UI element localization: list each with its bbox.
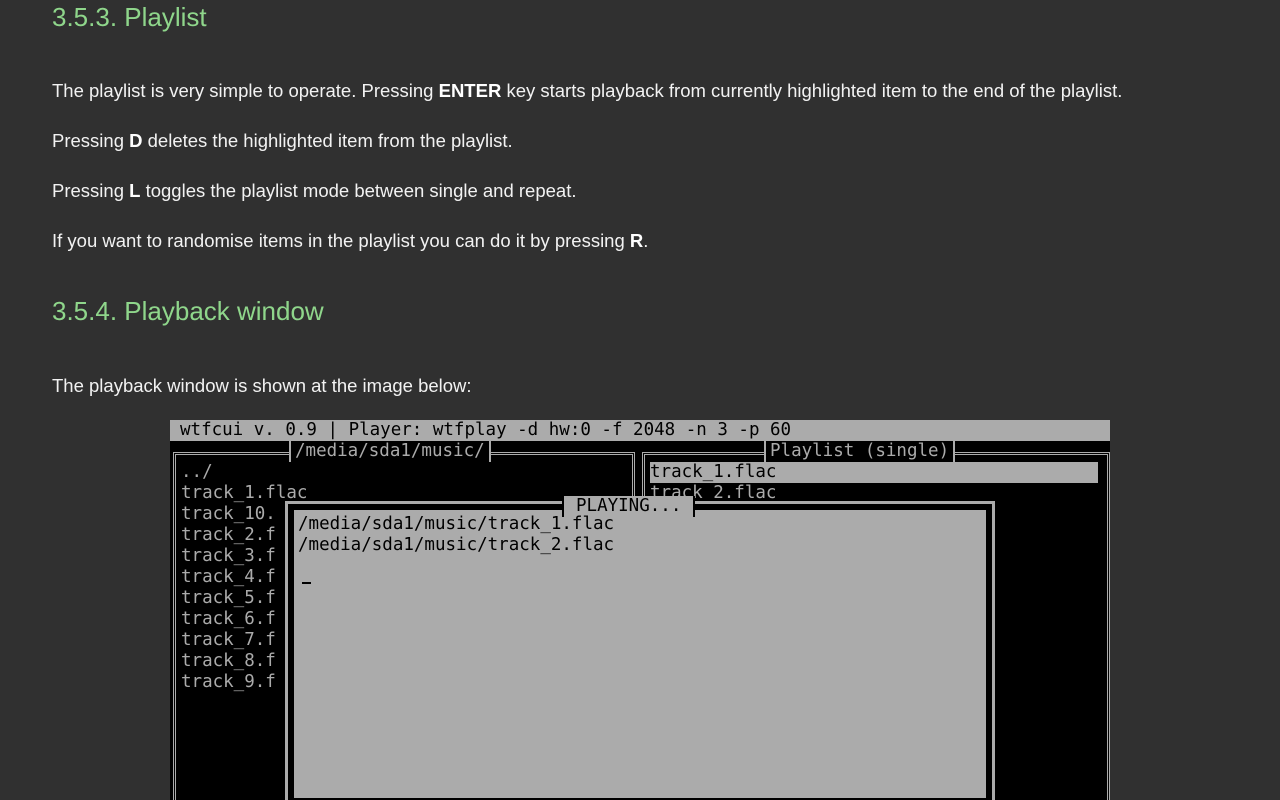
- paragraph-playback-intro: The playback window is shown at the imag…: [52, 375, 472, 396]
- key-enter: ENTER: [438, 80, 502, 101]
- paragraph-enter-key: The playlist is very simple to operate. …: [52, 79, 1122, 103]
- file-browser-item[interactable]: track_3.f: [181, 546, 276, 567]
- paragraph-text: deletes the highlighted item from the pl…: [142, 130, 513, 151]
- paragraph-text: .: [643, 230, 649, 251]
- playing-line: /media/sda1/music/track_1.flac: [298, 514, 615, 534]
- paragraph-text: If you want to randomise items in the pl…: [52, 230, 630, 251]
- file-browser-item[interactable]: track_7.f: [181, 630, 276, 651]
- paragraph-text: toggles the playlist mode between single…: [140, 180, 577, 201]
- section-heading-playback-window: 3.5.4. Playback window: [52, 296, 324, 326]
- file-browser-item[interactable]: ../: [181, 462, 213, 483]
- file-browser-item[interactable]: track_5.f: [181, 588, 276, 609]
- paragraph-text: Pressing: [52, 180, 130, 201]
- paragraph-l-key: Pressing L toggles the playlist mode bet…: [52, 179, 577, 203]
- terminal-titlebar: wtfcui v. 0.9 | Player: wtfplay -d hw:0 …: [170, 420, 1110, 441]
- key-d: D: [129, 130, 143, 151]
- terminal-cursor: [302, 582, 311, 584]
- section-heading-playlist: 3.5.3. Playlist: [52, 2, 207, 32]
- paragraph-text: The playlist is very simple to operate. …: [52, 80, 439, 101]
- paragraph-text: key starts playback from currently highl…: [501, 80, 1123, 101]
- playing-line: /media/sda1/music/track_2.flac: [298, 535, 615, 555]
- key-r: R: [629, 230, 644, 251]
- terminal-screenshot: wtfcui v. 0.9 | Player: wtfplay -d hw:0 …: [170, 420, 1110, 800]
- paragraph-r-key: If you want to randomise items in the pl…: [52, 229, 648, 253]
- file-browser-item[interactable]: track_8.f: [181, 651, 276, 672]
- file-browser-item[interactable]: track_10.: [181, 504, 276, 525]
- key-l: L: [129, 180, 141, 201]
- file-browser-item[interactable]: track_4.f: [181, 567, 276, 588]
- file-browser-item[interactable]: track_1.flac: [181, 483, 307, 504]
- playlist-item-selected[interactable]: track_1.flac: [650, 462, 1098, 483]
- file-browser-item[interactable]: track_2.f: [181, 525, 276, 546]
- paragraph-d-key: Pressing D deletes the highlighted item …: [52, 129, 513, 153]
- paragraph-text: Pressing: [52, 130, 130, 151]
- playlist-title: Playlist (single): [764, 441, 956, 462]
- playing-window: PLAYING... /media/sda1/music/track_1.fla…: [285, 496, 995, 800]
- file-browser-item[interactable]: track_9.f: [181, 672, 276, 693]
- file-browser-item[interactable]: track_6.f: [181, 609, 276, 630]
- file-browser-title: /media/sda1/music/: [289, 441, 491, 462]
